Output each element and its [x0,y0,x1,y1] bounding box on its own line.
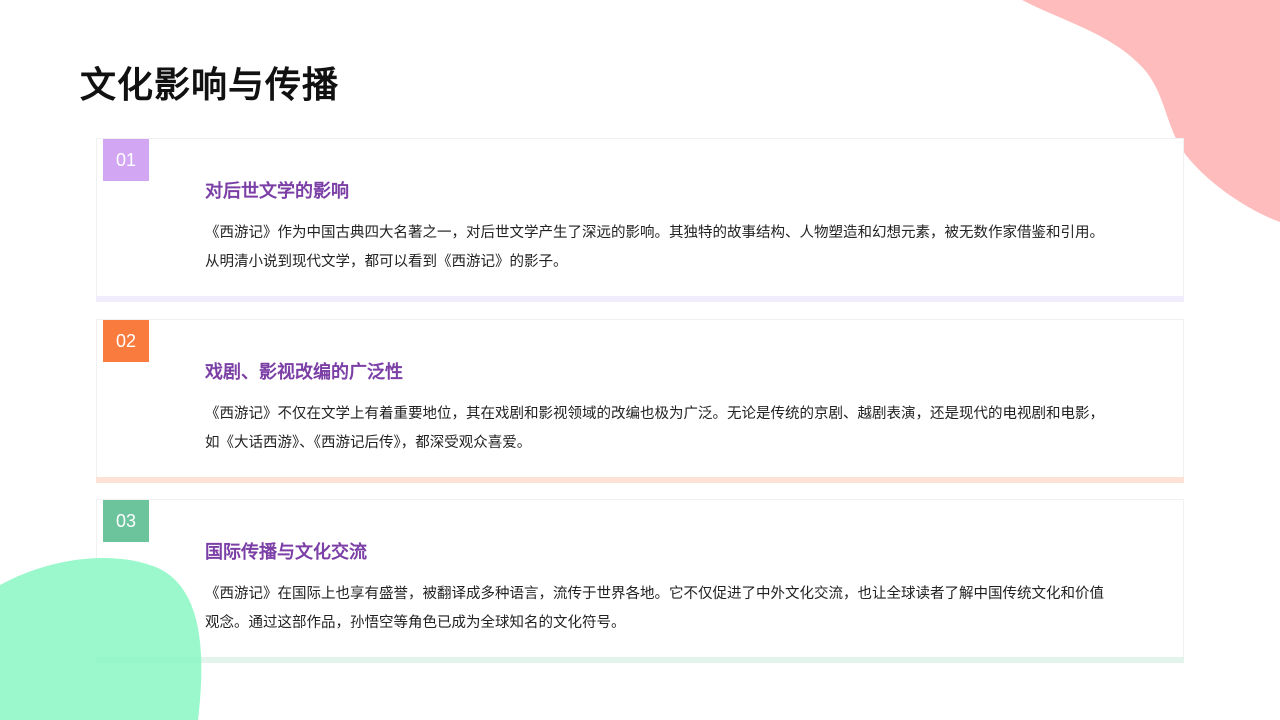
card-bottom-bar [96,477,1184,483]
section-number-badge: 03 [103,500,149,542]
section-title: 戏剧、影视改编的广泛性 [205,362,403,383]
page-title: 文化影响与传播 [80,65,340,106]
section-title: 国际传播与文化交流 [205,542,367,563]
section-number-badge: 01 [103,139,149,181]
section-body: 《西游记》在国际上也享有盛誉，被翻译成多种语言，流传于世界各地。它不仅促进了中外… [205,586,1104,631]
section-number-badge: 02 [103,320,149,362]
section-card-international-spread: 03 国际传播与文化交流 《西游记》在国际上也享有盛誉，被翻译成多种语言，流传于… [96,499,1184,663]
card-bottom-bar [96,657,1184,663]
section-card-literary-influence: 01 对后世文学的影响 《西游记》作为中国古典四大名著之一，对后世文学产生了深远… [96,138,1184,302]
card-bottom-bar [96,296,1184,302]
section-card-drama-film-adaptation: 02 戏剧、影视改编的广泛性 《西游记》不仅在文学上有着重要地位，其在戏剧和影视… [96,319,1184,483]
section-title: 对后世文学的影响 [205,181,349,202]
section-body: 《西游记》作为中国古典四大名著之一，对后世文学产生了深远的影响。其独特的故事结构… [205,225,1104,270]
section-body: 《西游记》不仅在文学上有着重要地位，其在戏剧和影视领域的改编也极为广泛。无论是传… [205,406,1104,451]
